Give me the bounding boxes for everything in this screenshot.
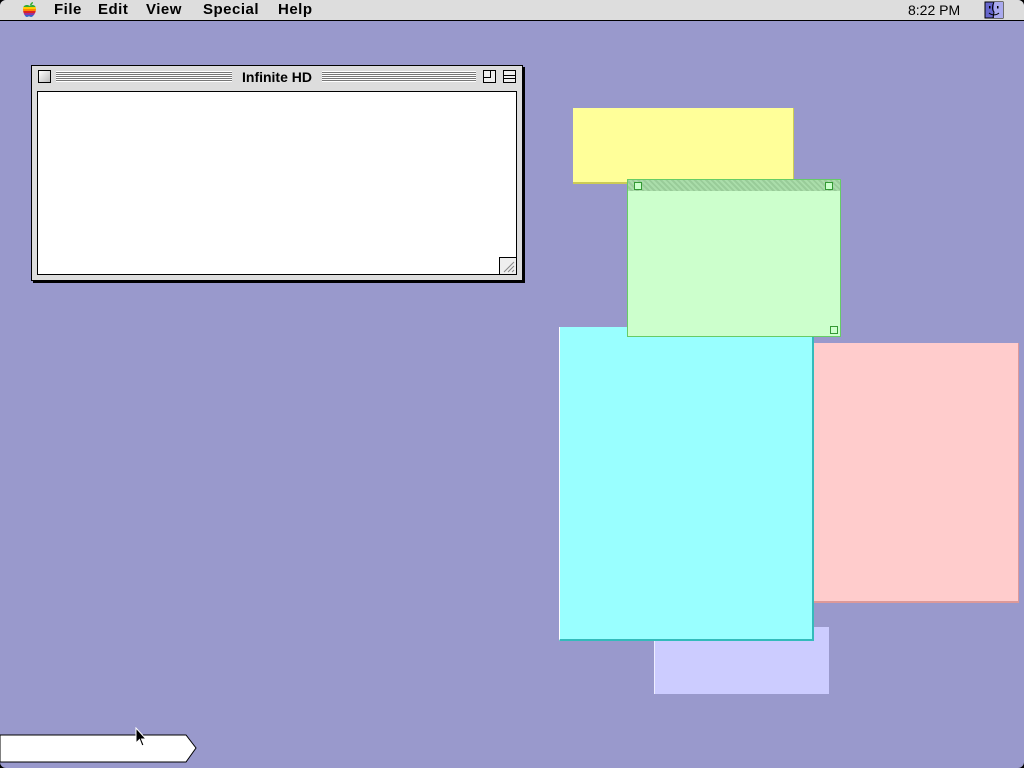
finder-window[interactable]: Infinite HD — [31, 65, 523, 281]
sticky-close-icon[interactable] — [634, 182, 642, 190]
zoom-icon[interactable] — [483, 70, 496, 83]
finder-icon[interactable] — [984, 1, 1004, 19]
apple-icon[interactable] — [20, 1, 40, 19]
sticky-note-yellow[interactable] — [573, 108, 794, 184]
sticky-resize-icon[interactable] — [830, 326, 838, 334]
collapse-icon[interactable] — [503, 70, 516, 83]
menu-help[interactable]: Help — [278, 1, 313, 19]
sticky-title-bar[interactable] — [628, 180, 840, 191]
menu-file[interactable]: File — [54, 1, 82, 19]
menu-view[interactable]: View — [146, 1, 182, 19]
menu-clock[interactable]: 8:22 PM — [908, 1, 960, 19]
close-icon[interactable] — [38, 70, 51, 83]
window-title-bar[interactable]: Infinite HD — [32, 66, 522, 88]
title-stripes-right — [322, 71, 476, 82]
sticky-zoom-icon[interactable] — [825, 182, 833, 190]
window-content[interactable] — [37, 91, 517, 275]
sticky-note-green[interactable] — [627, 179, 841, 337]
title-stripes-left — [56, 71, 232, 82]
menu-bar: File Edit View Special Help 8:22 PM — [0, 0, 1024, 21]
sticky-note-cyan[interactable] — [559, 327, 814, 641]
cursor-icon — [135, 726, 149, 749]
sticky-note-pink[interactable] — [811, 343, 1019, 603]
grow-icon[interactable] — [499, 257, 516, 274]
menu-edit[interactable]: Edit — [98, 1, 128, 19]
desktop[interactable]: File Edit View Special Help 8:22 PM Infi… — [0, 0, 1024, 768]
window-title: Infinite HD — [232, 68, 322, 86]
menu-special[interactable]: Special — [203, 1, 259, 19]
bottom-tab[interactable] — [0, 734, 200, 764]
